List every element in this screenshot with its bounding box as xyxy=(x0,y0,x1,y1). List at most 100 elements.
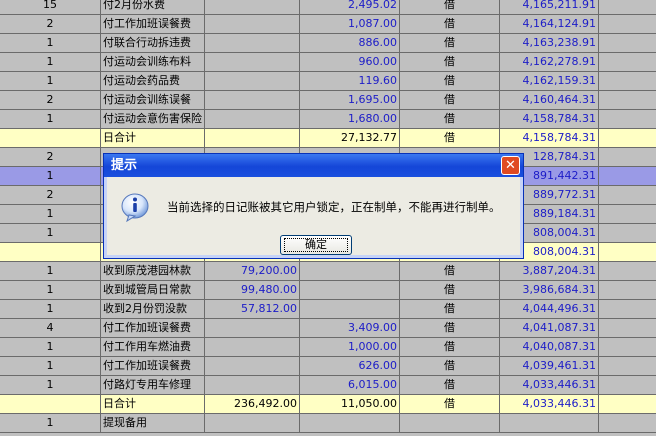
count-cell: 2 xyxy=(0,15,101,34)
balance-cell: 4,165,211.91 xyxy=(500,0,599,15)
dialog-message: 当前选择的日记账被其它用户锁定，正在制单，不能再进行制单。 xyxy=(167,200,501,214)
balance-cell: 4,162,159.31 xyxy=(500,72,599,91)
table-row[interactable]: 1 付路灯专用车修理 6,015.00 借 4,033,446.31 xyxy=(0,376,656,395)
row-filler xyxy=(599,319,656,338)
daily-total-row[interactable]: 日合计 27,132.77 借 4,158,784.31 xyxy=(0,129,656,148)
balance-cell: 4,044,496.31 xyxy=(500,300,599,319)
credit-cell: 1,087.00 xyxy=(300,15,400,34)
row-filler xyxy=(599,395,656,414)
table-row[interactable]: 2 付工作加班误餐费 1,087.00 借 4,164,124.91 xyxy=(0,15,656,34)
debit-cell: 236,492.00 xyxy=(205,395,300,414)
row-filler xyxy=(599,91,656,110)
debit-cell xyxy=(205,53,300,72)
direction-cell: 借 xyxy=(400,0,500,15)
dialog-title: 提示 xyxy=(111,158,138,173)
balance-cell: 3,986,684.31 xyxy=(500,281,599,300)
row-filler xyxy=(599,300,656,319)
direction-cell: 借 xyxy=(400,34,500,53)
dialog-body: 当前选择的日记账被其它用户锁定，正在制单，不能再进行制单。 确定 xyxy=(107,177,520,255)
table-row[interactable]: 1 收到原茂港园林款 79,200.00 借 3,887,204.31 xyxy=(0,262,656,281)
count-cell: 1 xyxy=(0,262,101,281)
ok-button[interactable]: 确定 xyxy=(280,235,352,255)
direction-cell: 借 xyxy=(400,110,500,129)
dialog-titlebar[interactable]: 提示 ✕ xyxy=(104,154,523,177)
direction-cell: 借 xyxy=(400,281,500,300)
table-row[interactable]: 1 提现备用 xyxy=(0,414,656,433)
debit-cell: 79,200.00 xyxy=(205,262,300,281)
table-row[interactable]: 1 付工作加班误餐费 626.00 借 4,039,461.31 xyxy=(0,357,656,376)
summary-cell: 付路灯专用车修理 xyxy=(101,376,205,395)
count-cell: 1 xyxy=(0,110,101,129)
balance-cell: 3,887,204.31 xyxy=(500,262,599,281)
direction-cell: 借 xyxy=(400,262,500,281)
credit-cell xyxy=(300,262,400,281)
count-cell: 1 xyxy=(0,281,101,300)
summary-cell: 付运动会训练布料 xyxy=(101,53,205,72)
credit-cell: 3,409.00 xyxy=(300,319,400,338)
direction-cell: 借 xyxy=(400,395,500,414)
daily-total-row[interactable]: 日合计 236,492.00 11,050.00 借 4,033,446.31 xyxy=(0,395,656,414)
debit-cell xyxy=(205,0,300,15)
row-filler xyxy=(599,0,656,15)
credit-cell xyxy=(300,300,400,319)
row-filler xyxy=(599,357,656,376)
count-cell: 2 xyxy=(0,186,101,205)
balance-cell: 4,040,087.31 xyxy=(500,338,599,357)
debit-cell xyxy=(205,414,300,433)
credit-cell: 2,495.02 xyxy=(300,0,400,15)
balance-cell xyxy=(500,414,599,433)
debit-cell xyxy=(205,15,300,34)
count-cell: 1 xyxy=(0,205,101,224)
count-cell: 1 xyxy=(0,72,101,91)
summary-cell: 付2月份水费 xyxy=(101,0,205,15)
debit-cell xyxy=(205,338,300,357)
summary-cell: 收到城管局日常款 xyxy=(101,281,205,300)
direction-cell: 借 xyxy=(400,300,500,319)
row-filler xyxy=(599,243,656,262)
summary-cell: 收到原茂港园林款 xyxy=(101,262,205,281)
credit-cell: 6,015.00 xyxy=(300,376,400,395)
close-button[interactable]: ✕ xyxy=(501,156,520,175)
summary-cell: 日合计 xyxy=(101,395,205,414)
table-row[interactable]: 1 付联合行动拆违费 886.00 借 4,163,238.91 xyxy=(0,34,656,53)
count-cell xyxy=(0,243,101,262)
table-row[interactable]: 1 付运动会训练布料 960.00 借 4,162,278.91 xyxy=(0,53,656,72)
table-row[interactable]: 1 付工作用车燃油费 1,000.00 借 4,040,087.31 xyxy=(0,338,656,357)
table-row[interactable]: 15 付2月份水费 2,495.02 借 4,165,211.91 xyxy=(0,0,656,15)
summary-cell: 提现备用 xyxy=(101,414,205,433)
direction-cell xyxy=(400,414,500,433)
row-filler xyxy=(599,281,656,300)
count-cell: 1 xyxy=(0,224,101,243)
balance-cell: 4,160,464.31 xyxy=(500,91,599,110)
count-cell: 1 xyxy=(0,414,101,433)
direction-cell: 借 xyxy=(400,53,500,72)
balance-cell: 4,033,446.31 xyxy=(500,376,599,395)
count-cell: 1 xyxy=(0,338,101,357)
debit-cell: 99,480.00 xyxy=(205,281,300,300)
row-filler xyxy=(599,148,656,167)
table-row[interactable]: 2 付运动会训练误餐 1,695.00 借 4,160,464.31 xyxy=(0,91,656,110)
summary-cell: 付运动会药品费 xyxy=(101,72,205,91)
summary-cell: 付运动会意伤害保险 xyxy=(101,110,205,129)
debit-cell xyxy=(205,110,300,129)
summary-cell: 付工作用车燃油费 xyxy=(101,338,205,357)
direction-cell: 借 xyxy=(400,91,500,110)
table-row[interactable]: 1 付运动会药品费 119.60 借 4,162,159.31 xyxy=(0,72,656,91)
balance-cell: 4,039,461.31 xyxy=(500,357,599,376)
table-row[interactable]: 4 付工作加班误餐费 3,409.00 借 4,041,087.31 xyxy=(0,319,656,338)
balance-cell: 4,041,087.31 xyxy=(500,319,599,338)
table-row[interactable]: 1 收到城管局日常款 99,480.00 借 3,986,684.31 xyxy=(0,281,656,300)
summary-cell: 付联合行动拆违费 xyxy=(101,34,205,53)
balance-cell: 4,163,238.91 xyxy=(500,34,599,53)
count-cell: 1 xyxy=(0,376,101,395)
count-cell: 15 xyxy=(0,0,101,15)
debit-cell: 57,812.00 xyxy=(205,300,300,319)
table-row[interactable]: 1 付运动会意伤害保险 1,680.00 借 4,158,784.31 xyxy=(0,110,656,129)
row-filler xyxy=(599,338,656,357)
debit-cell xyxy=(205,91,300,110)
count-cell: 1 xyxy=(0,167,101,186)
direction-cell: 借 xyxy=(400,129,500,148)
table-row[interactable]: 1 收到2月份罚没款 57,812.00 借 4,044,496.31 xyxy=(0,300,656,319)
balance-cell: 4,158,784.31 xyxy=(500,110,599,129)
summary-cell: 付工作加班误餐费 xyxy=(101,15,205,34)
